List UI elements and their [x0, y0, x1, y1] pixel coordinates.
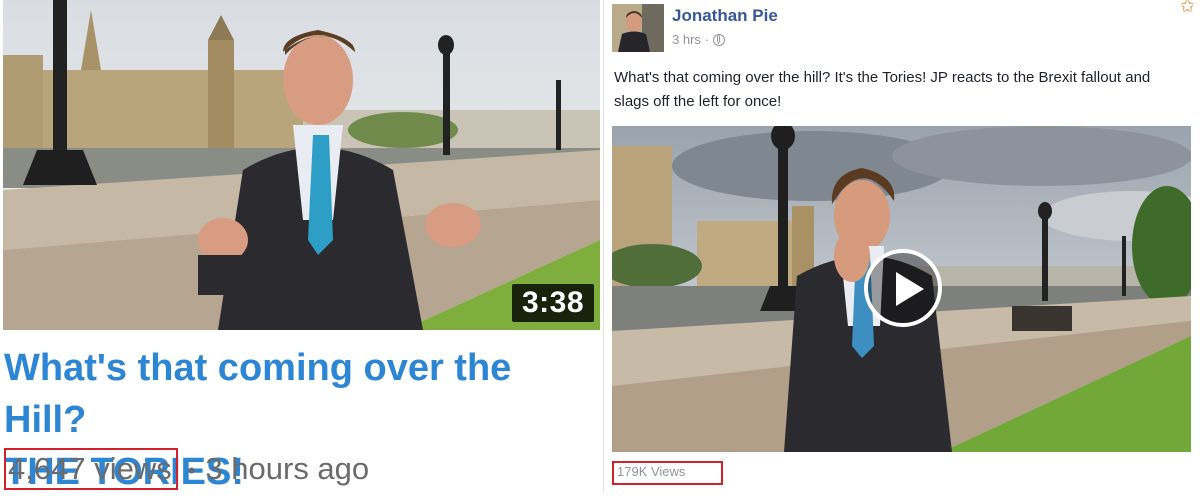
play-button[interactable] [864, 249, 942, 327]
post-time: 3 hrs [672, 32, 701, 47]
youtube-video-card: 3:38 What's that coming over the Hill? T… [0, 0, 600, 493]
facebook-video-player[interactable] [612, 126, 1191, 452]
view-count-highlighted: 4,647 views [4, 448, 178, 490]
page-name-link[interactable]: Jonathan Pie [672, 6, 778, 26]
avatar[interactable] [612, 4, 664, 52]
upload-age: 3 hours ago [205, 451, 370, 486]
meta-separator: • [187, 457, 196, 483]
facebook-post: Jonathan Pie 3 hrs · ✩ What's that comin… [603, 0, 1200, 493]
time-separator: · [704, 32, 710, 47]
video-duration-badge: 3:38 [511, 284, 594, 322]
star-icon[interactable]: ✩ [1180, 0, 1195, 17]
view-count-highlighted: 179K Views [612, 461, 724, 485]
globe-icon [713, 33, 726, 46]
video-meta: 4,647 views • 3 hours ago [4, 448, 369, 490]
post-text: What's that coming over the hill? It's t… [614, 69, 1151, 110]
video-title-line1: What's that coming over the Hill? [4, 347, 512, 441]
post-timestamp[interactable]: 3 hrs · [672, 32, 726, 47]
thumbnail-image [3, 0, 600, 330]
youtube-video-thumbnail[interactable]: 3:38 [3, 0, 600, 330]
avatar-image [612, 4, 664, 52]
